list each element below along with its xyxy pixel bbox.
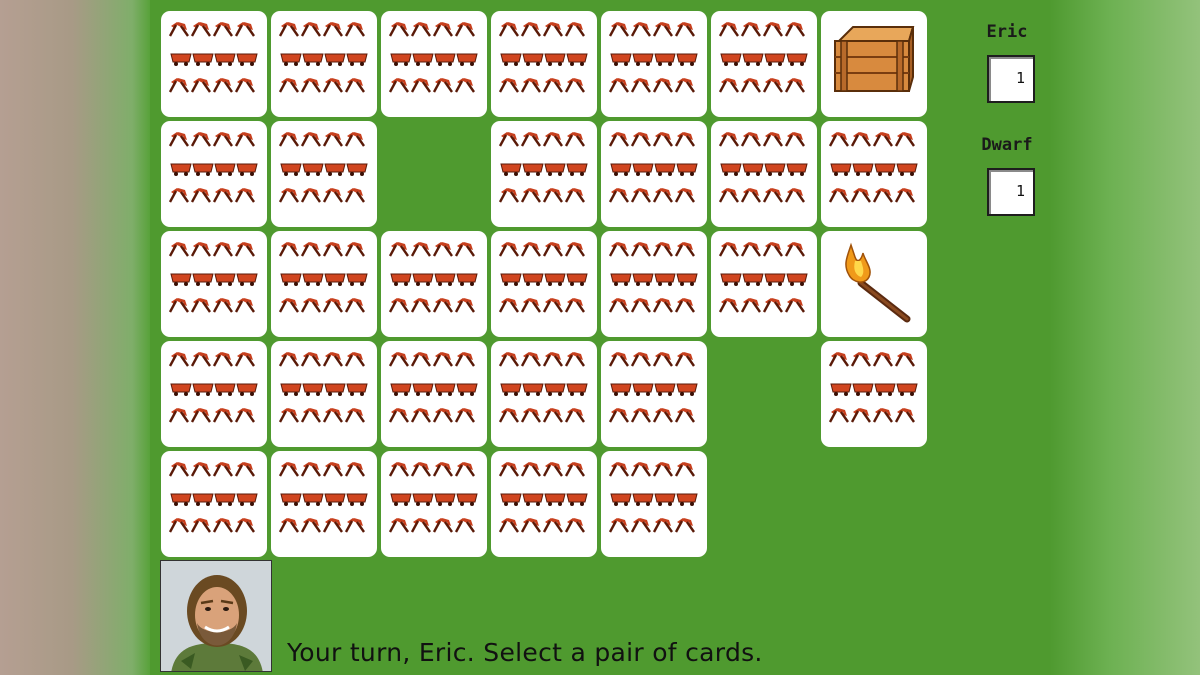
card-back[interactable] [491, 231, 597, 337]
player-name-dwarf: Dwarf [981, 135, 1033, 155]
card-crate[interactable] [821, 11, 927, 117]
card-back[interactable] [161, 11, 267, 117]
pickaxe-and-minecart-icon [271, 231, 377, 337]
card-torch[interactable] [821, 231, 927, 337]
player-portrait [160, 560, 272, 672]
player-name-eric: Eric [986, 22, 1028, 42]
card-back[interactable] [711, 11, 817, 117]
pickaxe-and-minecart-icon [821, 341, 927, 447]
pickaxe-and-minecart-icon [711, 11, 817, 117]
game-board: Eric 1 Dwarf 1 [150, 0, 1050, 675]
card-back[interactable] [601, 11, 707, 117]
pickaxe-and-minecart-icon [491, 11, 597, 117]
card-back[interactable] [271, 341, 377, 447]
card-back[interactable] [491, 451, 597, 557]
card-back[interactable] [381, 11, 487, 117]
pickaxe-and-minecart-icon [381, 11, 487, 117]
card-back[interactable] [381, 231, 487, 337]
pickaxe-and-minecart-icon [271, 11, 377, 117]
card-back[interactable] [161, 231, 267, 337]
pickaxe-and-minecart-icon [271, 121, 377, 227]
card-back[interactable] [491, 11, 597, 117]
pickaxe-and-minecart-icon [491, 451, 597, 557]
card-back[interactable] [161, 341, 267, 447]
card-back[interactable] [601, 451, 707, 557]
card-back[interactable] [821, 121, 927, 227]
pickaxe-and-minecart-icon [601, 121, 707, 227]
pickaxe-and-minecart-icon [381, 451, 487, 557]
card-back[interactable] [821, 341, 927, 447]
pickaxe-and-minecart-icon [161, 121, 267, 227]
torch-icon [821, 231, 927, 337]
pickaxe-and-minecart-icon [161, 231, 267, 337]
right-backdrop [1050, 0, 1200, 675]
pickaxe-and-minecart-icon [821, 121, 927, 227]
pickaxe-and-minecart-icon [161, 451, 267, 557]
card-back[interactable] [711, 231, 817, 337]
pickaxe-and-minecart-icon [271, 451, 377, 557]
card-back[interactable] [601, 121, 707, 227]
pickaxe-and-minecart-icon [161, 341, 267, 447]
pickaxe-and-minecart-icon [601, 231, 707, 337]
card-back[interactable] [711, 121, 817, 227]
score-eric: 1 [987, 55, 1035, 103]
pickaxe-and-minecart-icon [491, 231, 597, 337]
card-back[interactable] [381, 451, 487, 557]
card-back[interactable] [601, 231, 707, 337]
card-back[interactable] [601, 341, 707, 447]
pickaxe-and-minecart-icon [491, 341, 597, 447]
card-back[interactable] [271, 11, 377, 117]
pickaxe-and-minecart-icon [271, 341, 377, 447]
pickaxe-and-minecart-icon [601, 451, 707, 557]
pickaxe-and-minecart-icon [601, 341, 707, 447]
card-back[interactable] [161, 451, 267, 557]
pickaxe-and-minecart-icon [711, 121, 817, 227]
card-back[interactable] [381, 341, 487, 447]
card-back[interactable] [491, 341, 597, 447]
status-message: Your turn, Eric. Select a pair of cards. [287, 638, 763, 667]
pickaxe-and-minecart-icon [161, 11, 267, 117]
score-dwarf: 1 [987, 168, 1035, 216]
wooden-crate-icon [834, 26, 914, 92]
pickaxe-and-minecart-icon [381, 231, 487, 337]
card-back[interactable] [271, 451, 377, 557]
card-back[interactable] [491, 121, 597, 227]
pickaxe-and-minecart-icon [491, 121, 597, 227]
card-back[interactable] [161, 121, 267, 227]
pickaxe-and-minecart-icon [601, 11, 707, 117]
card-back[interactable] [271, 121, 377, 227]
card-back[interactable] [271, 231, 377, 337]
pickaxe-and-minecart-icon [381, 341, 487, 447]
pickaxe-and-minecart-icon [711, 231, 817, 337]
